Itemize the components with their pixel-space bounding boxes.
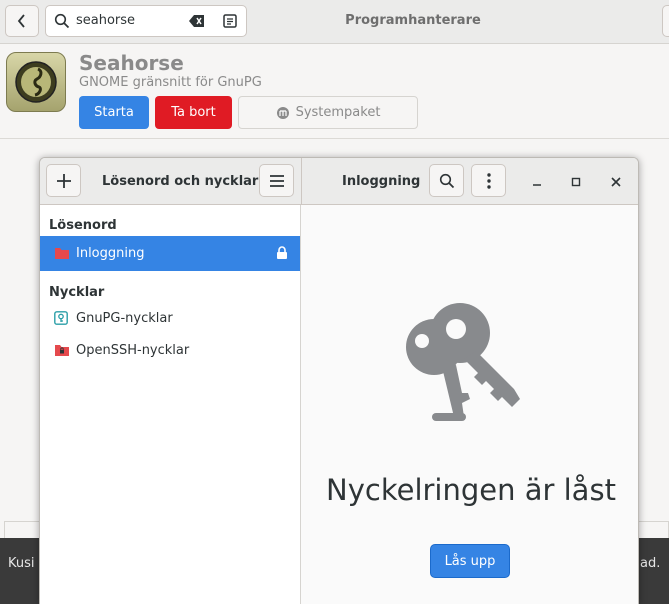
gnupg-keys-icon (54, 311, 68, 325)
sidebar-item-label: GnuPG-nycklar (76, 311, 173, 326)
folder-icon (55, 248, 69, 259)
remove-button[interactable]: Ta bort (155, 96, 232, 129)
content-area: Nyckelringen är låst Lås upp (302, 205, 638, 604)
unlock-button[interactable]: Lås upp (430, 544, 510, 578)
sidebar-item-label: Inloggning (76, 246, 145, 261)
openssh-keys-icon (55, 345, 69, 356)
search-icon (439, 173, 454, 188)
section-heading-passwords: Lösenord (49, 218, 117, 233)
hamburger-menu-icon (269, 174, 284, 187)
back-button[interactable] (5, 5, 39, 37)
search-input[interactable]: seahorse (76, 13, 135, 28)
section-heading-keys: Nycklar (49, 285, 105, 300)
search-button[interactable] (429, 164, 464, 197)
bottom-tab (638, 521, 669, 539)
recent-queries-button[interactable] (212, 5, 247, 37)
window-menu-button[interactable] (662, 5, 669, 37)
sidebar: Lösenord Inloggning Nycklar GnuPG-nyckla… (40, 205, 301, 604)
minimize-icon (533, 184, 541, 186)
close-button[interactable] (604, 170, 628, 194)
clear-text-icon[interactable] (189, 14, 205, 28)
app-description: GNOME gränsnitt för GnuPG (79, 75, 262, 90)
system-package-button[interactable]: Systempaket (238, 96, 418, 129)
bottom-tab (4, 521, 40, 539)
minimize-button[interactable] (525, 170, 549, 194)
add-button[interactable] (46, 164, 81, 197)
sidebar-item-label: OpenSSH-nycklar (76, 343, 190, 358)
plus-icon (56, 173, 71, 188)
maximize-icon (571, 177, 581, 187)
maximize-button[interactable] (564, 170, 588, 194)
headerbar-separator (301, 158, 302, 205)
system-package-label: Systempaket (295, 105, 381, 120)
sidebar-item-openssh[interactable]: OpenSSH-nycklar (40, 333, 300, 368)
seahorse-app-icon (6, 52, 66, 112)
close-icon (611, 177, 621, 187)
sidebar-title: Lösenord och nycklar (102, 174, 259, 189)
window-title: Programhanterare (345, 13, 481, 28)
sidebar-item-gnupg[interactable]: GnuPG-nycklar (40, 301, 300, 336)
lock-icon[interactable] (276, 246, 288, 260)
sidebar-item-login[interactable]: Inloggning (40, 236, 300, 271)
seahorse-logo-icon (15, 61, 57, 103)
start-button[interactable]: Starta (79, 96, 149, 129)
software-headerbar: seahorse Programhanterare (0, 0, 669, 44)
chevron-left-icon (17, 14, 25, 28)
screenshot-caption-left: Kusi (8, 556, 35, 571)
main-menu-button[interactable] (259, 164, 294, 197)
more-options-button[interactable] (471, 164, 506, 197)
list-icon (222, 14, 237, 28)
headerbar: Lösenord och nycklar Inloggning (40, 158, 638, 205)
locked-message: Nyckelringen är låst (326, 473, 616, 507)
search-icon (54, 13, 70, 29)
seahorse-window: Lösenord och nycklar Inloggning Lösenord… (39, 157, 639, 604)
vertical-dots-icon (486, 172, 491, 189)
keys-icon (406, 303, 520, 421)
content-title: Inloggning (342, 174, 421, 189)
separator (0, 138, 669, 139)
app-name: Seahorse (79, 51, 184, 75)
package-icon (276, 106, 289, 119)
screenshot-caption-right: ad. (640, 556, 661, 571)
